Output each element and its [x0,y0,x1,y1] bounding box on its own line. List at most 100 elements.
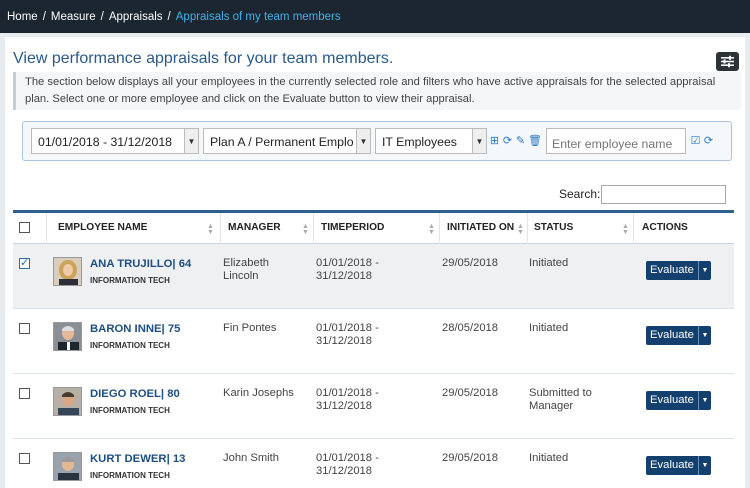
avatar [53,387,82,416]
add-square-icon[interactable]: ⊞ [489,136,500,147]
refresh-icon[interactable]: ⟳ [502,136,513,147]
column-header-manager[interactable]: MANAGER [228,222,281,233]
filter-bar: 01/01/2018 - 31/12/2018 ▼ Plan A / Perma… [22,121,732,161]
sort-icon[interactable]: ▲ ▼ [517,223,524,236]
group-select-value: IT Employees [382,135,457,149]
period-select[interactable]: 01/01/2018 - 31/12/2018 ▼ [31,128,199,154]
chevron-down-icon: ▼ [356,129,370,153]
table-row[interactable]: KURT DEWER| 13 INFORMATION TECH John Smi… [13,439,734,488]
plan-select[interactable]: Plan A / Permanent Emplo ▼ [203,128,371,154]
search-input[interactable] [601,185,726,204]
settings-button[interactable] [716,52,739,71]
sort-icon[interactable]: ▲ ▼ [622,223,629,236]
employee-name[interactable]: KURT DEWER| 13 [90,453,185,465]
breadcrumb: Home / Measure / Appraisals / Appraisals… [0,0,750,33]
breadcrumb-separator: / [42,10,46,23]
chevron-down-icon: ▼ [472,129,486,153]
breadcrumb-home[interactable]: Home [7,11,38,23]
breadcrumb-current: Appraisals of my team members [175,10,341,23]
initiated-cell: 29/05/2018 [442,257,498,269]
breadcrumb-appraisals[interactable]: Appraisals [109,11,163,23]
employee-name[interactable]: BARON INNE| 75 [90,323,180,335]
column-divider [46,213,47,244]
refresh-icon[interactable]: ⟳ [703,136,714,147]
column-divider [439,213,440,244]
table-row[interactable]: BARON INNE| 75 INFORMATION TECH Fin Pont… [13,309,734,374]
period-select-value: 01/01/2018 - 31/12/2018 [38,135,173,149]
evaluate-button-group: Evaluate ▼ [646,391,711,410]
manager-cell: Karin Josephs [223,387,294,399]
sort-icon[interactable]: ▲ ▼ [207,223,214,236]
timeperiod-cell: 01/01/2018 - 31/12/2018 [316,452,379,477]
evaluate-button[interactable]: Evaluate [646,261,698,280]
avatar [53,257,82,286]
employee-department: INFORMATION TECH [90,341,170,350]
evaluate-button-group: Evaluate ▼ [646,326,711,345]
caret-down-icon[interactable]: ▼ [697,456,711,475]
employee-department: INFORMATION TECH [90,276,170,285]
status-cell: Initiated [529,322,569,334]
column-divider [527,213,528,244]
caret-down-icon[interactable]: ▼ [697,391,711,410]
evaluate-button-group: Evaluate ▼ [646,456,711,475]
employee-department: INFORMATION TECH [90,406,170,415]
row-checkbox[interactable] [19,388,30,399]
page-description: The section below displays all your empl… [13,72,741,110]
sort-icon[interactable]: ▲ ▼ [302,223,309,236]
manager-cell: Elizabeth Lincoln [223,257,270,282]
column-header-status[interactable]: STATUS [534,222,573,233]
caret-down-icon[interactable]: ▼ [697,261,711,280]
group-select[interactable]: IT Employees ▼ [375,128,487,154]
caret-down-icon[interactable]: ▼ [697,326,711,345]
sliders-icon [721,55,734,68]
table-row[interactable]: ✓ ANA TRUJILLO| 64 INFORMATION TECH Eliz… [13,244,734,309]
appraisals-table: EMPLOYEE NAME ▲ ▼ MANAGER ▲ ▼ TIMEPERIOD ▲… [13,210,734,488]
row-checkbox[interactable]: ✓ [19,258,30,269]
column-header-employee[interactable]: EMPLOYEE NAME [58,222,147,233]
sort-icon[interactable]: ▲ ▼ [428,223,435,236]
employee-name[interactable]: ANA TRUJILLO| 64 [90,258,191,270]
evaluate-button[interactable]: Evaluate [646,326,698,345]
evaluate-button-group: Evaluate ▼ [646,261,711,280]
timeperiod-cell: 01/01/2018 - 31/12/2018 [316,257,379,282]
breadcrumb-measure[interactable]: Measure [51,11,96,23]
avatar [53,452,82,481]
chevron-down-icon: ▼ [184,129,198,153]
employee-name[interactable]: DIEGO ROEL| 80 [90,388,180,400]
initiated-cell: 28/05/2018 [442,322,498,334]
status-cell: Submitted to Manager [529,387,592,412]
column-header-timeperiod[interactable]: TIMEPERIOD [321,222,384,233]
status-cell: Initiated [529,452,569,464]
row-checkbox[interactable] [19,323,30,334]
edit-icon[interactable]: ✎ [515,136,526,147]
evaluate-button[interactable]: Evaluate [646,456,698,475]
page-title: View performance appraisals for your tea… [13,50,394,67]
breadcrumb-separator: / [100,10,104,23]
main-panel: View performance appraisals for your tea… [5,37,745,488]
timeperiod-cell: 01/01/2018 - 31/12/2018 [316,322,379,347]
manager-cell: Fin Pontes [223,322,277,334]
search-label: Search: [559,187,601,201]
manager-cell: John Smith [223,452,279,464]
column-header-initiated[interactable]: INITIATED ON [447,222,514,233]
column-header-actions: ACTIONS [642,222,688,233]
row-checkbox[interactable] [19,453,30,464]
plan-select-value: Plan A / Permanent Emplo [210,135,354,149]
select-all-checkbox[interactable] [19,222,30,233]
status-cell: Initiated [529,257,569,269]
trash-icon[interactable]: 🗑 [528,136,542,147]
avatar [53,322,82,351]
employee-name-input[interactable] [546,128,686,154]
initiated-cell: 29/05/2018 [442,387,498,399]
table-row[interactable]: DIEGO ROEL| 80 INFORMATION TECH Karin Jo… [13,374,734,439]
employee-department: INFORMATION TECH [90,471,170,480]
evaluate-button[interactable]: Evaluate [646,391,698,410]
breadcrumb-separator: / [167,10,171,23]
table-header: EMPLOYEE NAME ▲ ▼ MANAGER ▲ ▼ TIMEPERIOD ▲… [13,210,734,244]
column-divider [633,213,634,244]
column-divider [313,213,314,244]
timeperiod-cell: 01/01/2018 - 31/12/2018 [316,387,379,412]
initiated-cell: 29/05/2018 [442,452,498,464]
checkbox-icon[interactable]: ☑ [690,136,701,147]
column-divider [220,213,221,244]
